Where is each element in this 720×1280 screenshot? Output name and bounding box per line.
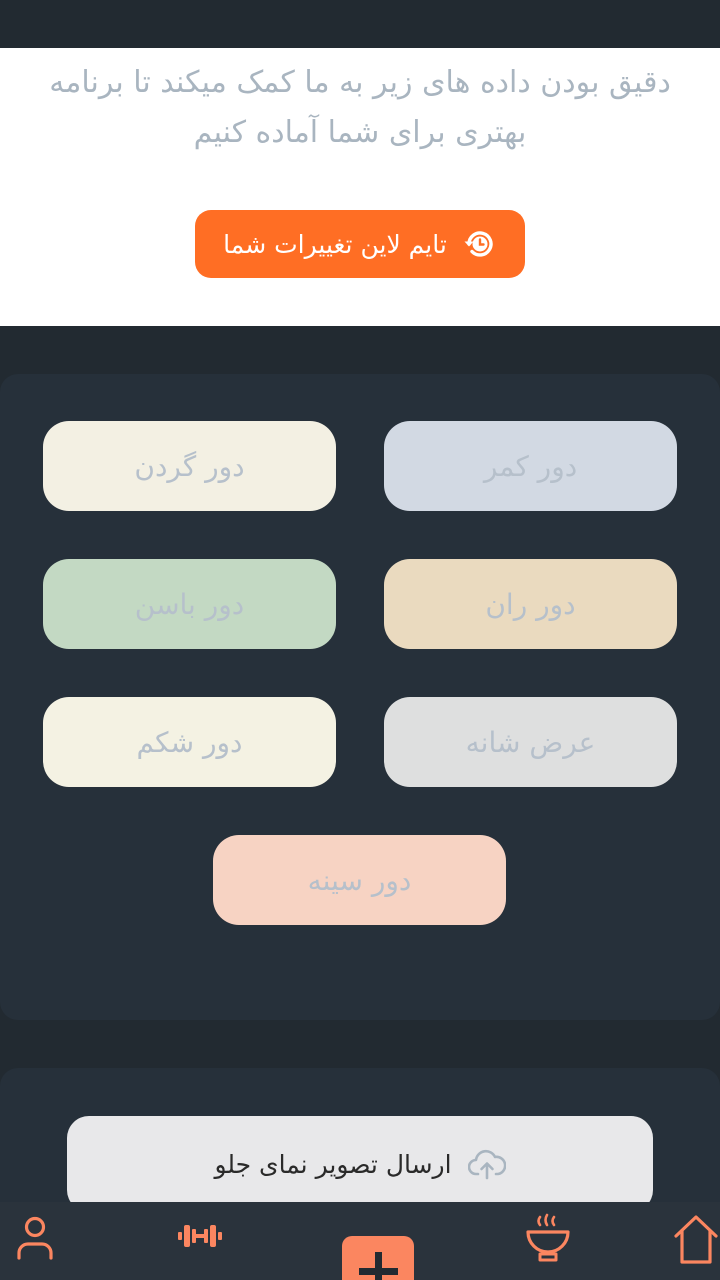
waist-button[interactable]: دور کمر [384, 421, 677, 511]
profile-icon [11, 1212, 59, 1276]
dumbbell-icon [176, 1212, 224, 1276]
shoulder-width-button[interactable]: عرض شانه [384, 697, 677, 787]
nav-workout[interactable] [168, 1212, 232, 1276]
timeline-button-label: تایم لاین تغییرات شما [223, 229, 447, 259]
waist-label: دور کمر [483, 449, 578, 483]
chest-label: دور سینه [307, 863, 412, 897]
cloud-upload-icon [467, 1148, 506, 1180]
add-button[interactable] [342, 1236, 414, 1280]
hip-label: دور باسن [134, 587, 245, 621]
info-card: دقیق بودن داده های زیر به ما کمک میکند ت… [0, 48, 720, 326]
abdomen-label: دور شکم [136, 725, 243, 759]
abdomen-button[interactable]: دور شکم [43, 697, 336, 787]
nav-profile[interactable] [3, 1212, 67, 1276]
info-description: دقیق بودن داده های زیر به ما کمک میکند ت… [0, 58, 720, 158]
hip-button[interactable]: دور باسن [43, 559, 336, 649]
neck-label: دور گردن [134, 449, 245, 483]
history-icon [461, 226, 497, 262]
chest-button[interactable]: دور سینه [213, 835, 506, 925]
thigh-label: دور ران [485, 587, 576, 621]
timeline-button[interactable]: تایم لاین تغییرات شما [195, 210, 525, 278]
home-icon [672, 1212, 720, 1276]
nav-nutrition[interactable] [516, 1212, 580, 1276]
upload-front-photo-button[interactable]: ارسال تصویر نمای جلو [67, 1116, 653, 1212]
nav-home[interactable] [664, 1212, 720, 1276]
thigh-button[interactable]: دور ران [384, 559, 677, 649]
upload-button-label: ارسال تصویر نمای جلو [214, 1149, 452, 1179]
neck-button[interactable]: دور گردن [43, 421, 336, 511]
shoulder-width-label: عرض شانه [465, 725, 596, 759]
plus-icon [342, 1236, 414, 1280]
bowl-icon [524, 1212, 572, 1276]
status-bar-area [0, 0, 720, 48]
info-line-1: دقیق بودن داده های زیر به ما کمک میکند ت… [49, 65, 671, 100]
info-line-2: بهتری برای شما آماده کنیم [193, 115, 527, 150]
